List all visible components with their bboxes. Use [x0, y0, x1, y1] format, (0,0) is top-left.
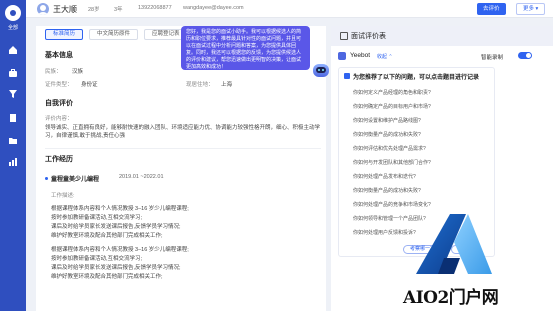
yeebot-icon — [338, 52, 346, 60]
question-item[interactable]: 你如何衡量产品的成功和失败? — [353, 187, 421, 194]
id-type-value: 身份证 — [81, 82, 98, 88]
candidate-header: 王大顺 28岁 3年 13922068877 wangdayee@dayee.c… — [26, 0, 553, 18]
question-item[interactable]: 你如何设置和维护产品路线图? — [353, 117, 421, 124]
assistant-bubble: 您好，我是您的面试小助手。我可以根据候选人的简历和职位要求，推荐最具针对性的面试… — [181, 26, 310, 70]
question-item[interactable]: 你如何定义产品经理的角色和职责? — [353, 89, 431, 96]
question-card-title: 为您推荐了以下的问题，可以点击题目进行记录 — [353, 75, 480, 81]
question-item[interactable]: 你如何确定产品的目标用户和市场? — [353, 103, 431, 110]
candidate-age: 28岁 — [88, 7, 100, 13]
question-item[interactable]: 你如何衡量产品的成功和失败? — [353, 131, 421, 138]
question-item[interactable]: 你如何处理产品的竞争和市场变化? — [353, 201, 431, 208]
smart-record-toggle[interactable] — [518, 52, 532, 59]
question-icon — [344, 73, 350, 79]
desc-line: 维护好教室环境及配合其他部门完成相关工作; — [51, 274, 163, 280]
timeline-dot — [45, 177, 48, 180]
chart-icon[interactable] — [7, 156, 19, 168]
desc-label: 工作描述: — [51, 193, 75, 199]
filter-icon[interactable] — [7, 88, 19, 100]
avatar — [37, 3, 49, 15]
desc-line: 按时参加教研备课活动,互相交流学习; — [51, 215, 143, 221]
question-item[interactable]: 你如何与开发团队和其他部门合作? — [353, 159, 431, 166]
tab-original-resume[interactable]: 中文简历原件 — [89, 29, 139, 40]
panel-title: 面试评价表 — [351, 33, 386, 40]
yeebot-name: Yeebot — [350, 52, 371, 59]
exp-company: 童程童美少儿编程 — [51, 177, 100, 183]
desc-line: 根据课程体系内容和个人情况教授 3–16 岁少儿编程课程; — [51, 247, 189, 253]
panel-header: 面试评价表 — [331, 26, 553, 46]
watermark-text: AIO2门户网 — [403, 288, 499, 308]
app-logo[interactable] — [5, 5, 21, 21]
desc-line: 维护好教室环境及配合其他部门完成相关工作; — [51, 233, 163, 239]
question-item[interactable]: 你如何处理产品发布和迭代? — [353, 173, 416, 180]
id-type-label: 证件类型： — [45, 82, 73, 88]
desc-line: 根据课程体系内容和个人情况教授 3–16 岁少儿编程课程; — [51, 206, 189, 212]
candidate-name: 王大顺 — [53, 5, 77, 14]
document-icon[interactable] — [7, 112, 19, 124]
rail-tag[interactable]: 全部 — [3, 24, 23, 31]
self-eval-content: 领导诚实、正直拥有良好，能够耐快速的融入团队、环境适应能力优、协调能力较强性格开… — [45, 125, 321, 139]
desc-line: 按时参加教研备课活动,互相交流学习; — [51, 256, 143, 262]
home-icon[interactable] — [7, 44, 19, 56]
smart-record-label: 智能录制 — [481, 55, 504, 61]
candidate-years: 3年 — [114, 7, 123, 13]
city-value: 上海 — [221, 82, 233, 88]
form-icon — [340, 32, 348, 40]
desc-line: 课后及时给学员家长发送课后报告,反馈学员学习情况; — [51, 224, 181, 230]
work-exp-title: 工作经历 — [45, 156, 73, 163]
collapse-link[interactable]: 收起 ⌃ — [377, 53, 393, 60]
section-divider — [45, 148, 321, 149]
more-button[interactable]: 更多 ▾ — [516, 3, 546, 15]
nation-value: 汉族 — [72, 69, 84, 75]
basic-info-title: 基本信息 — [45, 52, 73, 59]
exp-date: 2019.01 ~2022.01 — [119, 174, 164, 180]
nation-label: 民族： — [45, 69, 62, 75]
evaluate-button[interactable]: 去评价 — [477, 3, 506, 15]
briefcase-icon[interactable] — [7, 67, 19, 79]
robot-icon[interactable] — [312, 62, 330, 78]
folder-icon[interactable] — [7, 135, 19, 147]
side-rail: 全部 — [0, 0, 26, 311]
question-item[interactable]: 你如何评估和优先处理产品需求? — [353, 145, 426, 152]
tab-standard-resume[interactable]: 标准简历 — [45, 29, 84, 40]
candidate-phone: 13922068877 — [138, 5, 172, 11]
more-button-label: 更多 — [523, 6, 535, 12]
city-label: 现居住地： — [186, 82, 214, 88]
self-eval-label: 评价内容： — [45, 116, 73, 122]
collapse-label: 收起 — [377, 54, 388, 60]
desc-line: 课后及时给学员家长发送课后报告,反馈学员学习情况; — [51, 265, 181, 271]
self-eval-title: 自我评价 — [45, 100, 73, 107]
yeebot-row: Yeebot 收起 ⌃ 智能录制 — [331, 51, 553, 63]
candidate-email: wangdayee@dayee.com — [183, 5, 244, 11]
question-item[interactable]: 你如何处理用户反馈和投诉? — [353, 229, 416, 236]
resume-tabs: 标准简历 中文简历原件 应聘登记表 — [45, 29, 188, 40]
watermark-logo-icon — [416, 214, 492, 274]
